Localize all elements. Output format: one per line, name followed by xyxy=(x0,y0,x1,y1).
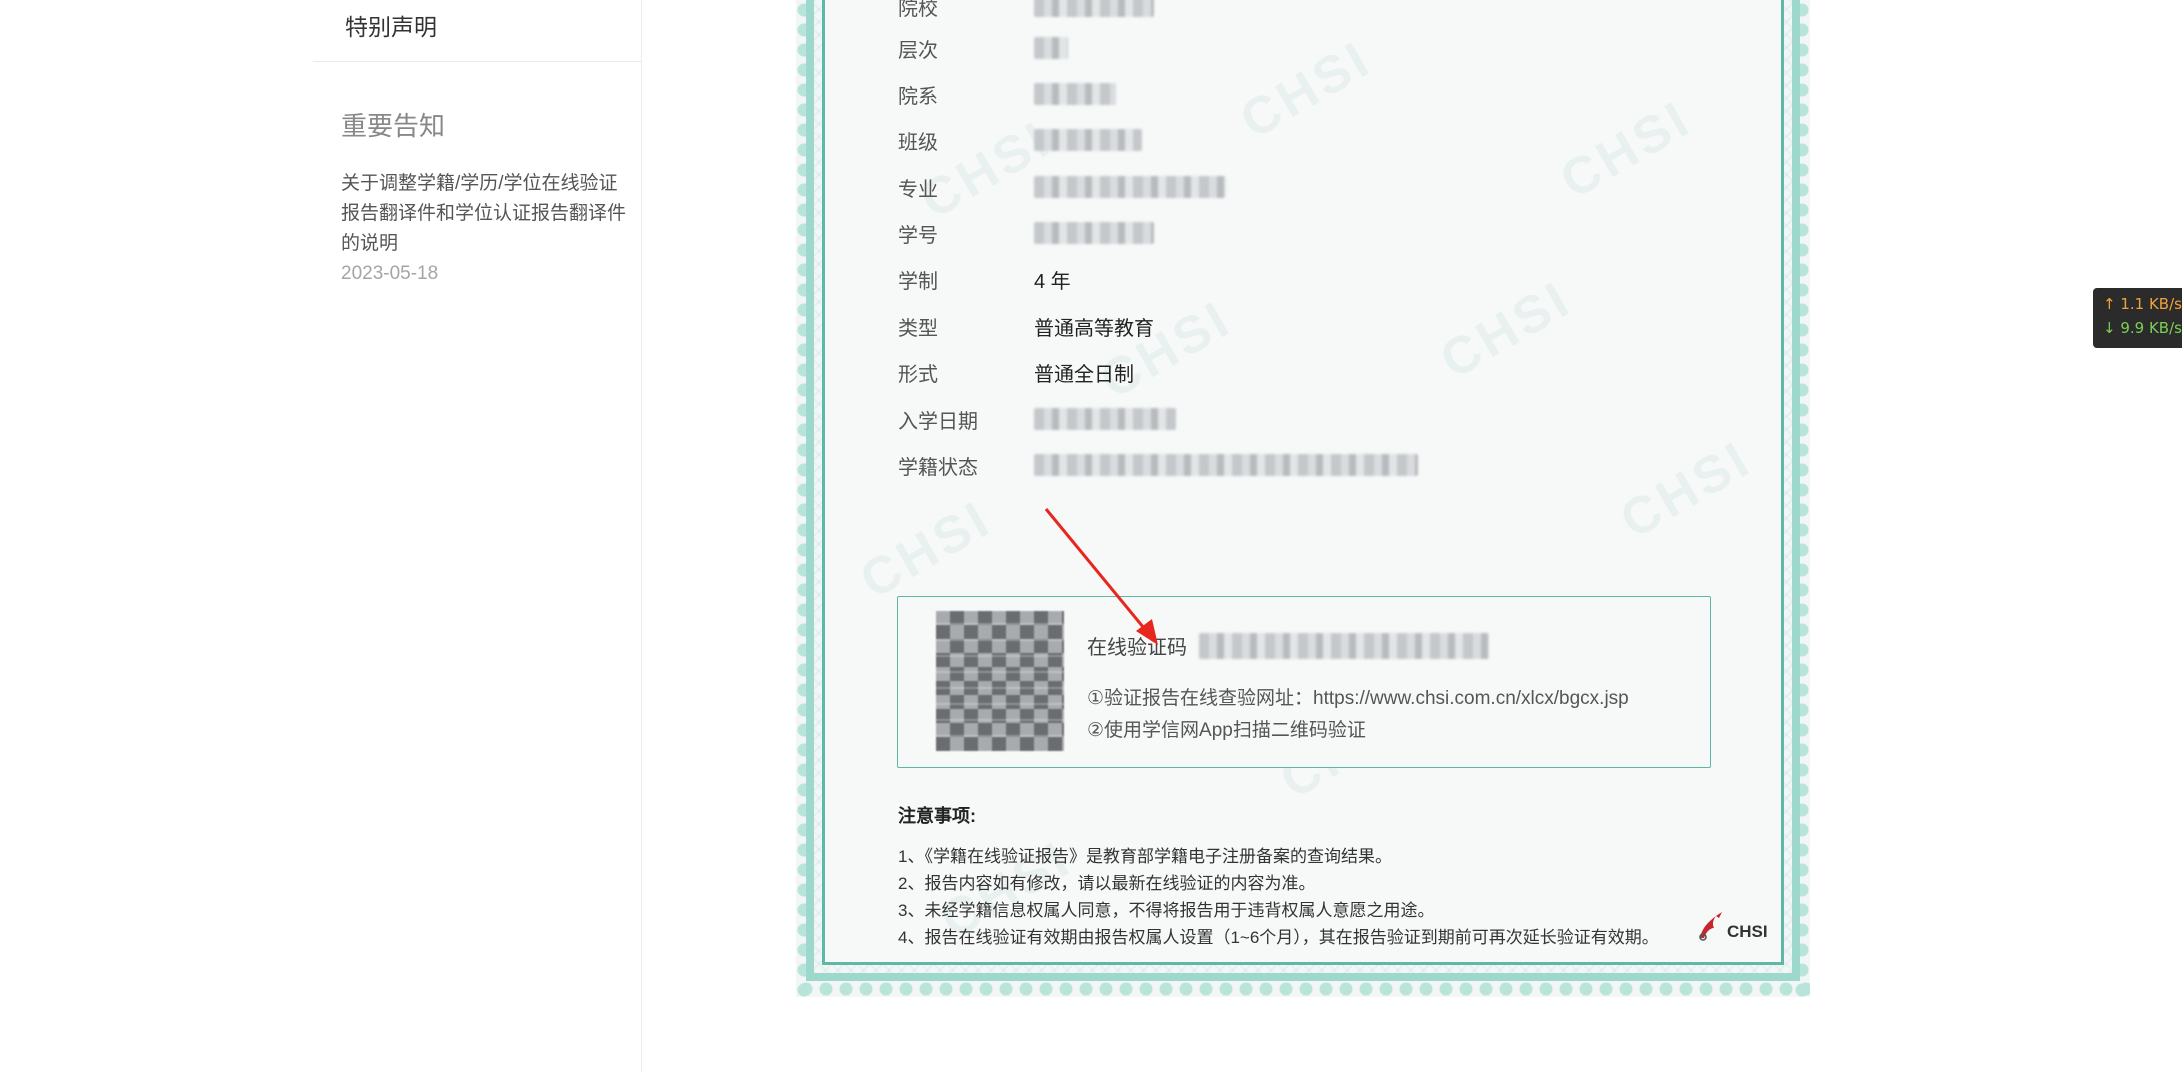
info-row-major: 专业 xyxy=(898,167,1226,207)
important-notice-heading: 重要告知 xyxy=(341,111,446,141)
info-label: 院系 xyxy=(898,85,938,108)
notice-date: 2023-05-18 xyxy=(341,263,439,284)
network-speed-widget[interactable]: ↑ 1.1 KB/s ↓ 9.9 KB/s xyxy=(2093,288,2182,348)
redacted-value xyxy=(1034,176,1226,198)
info-value: 普通高等教育 xyxy=(1034,317,1154,340)
info-label: 学号 xyxy=(898,224,938,247)
sidebar-top: 特别声明 xyxy=(313,0,641,62)
redacted-value xyxy=(1034,222,1154,244)
info-label: 形式 xyxy=(898,363,938,386)
redacted-value xyxy=(1034,83,1116,105)
sidebar: 特别声明 重要告知 关于调整学籍/学历/学位在线验证报告翻译件和学位认证报告翻译… xyxy=(313,0,642,1072)
note-item: 4、报告在线验证有效期由报告权属人设置（1~6个月），其在报告验证到期前可再次延… xyxy=(898,928,1659,947)
info-label: 入学日期 xyxy=(898,410,978,433)
red-arrow-annotation xyxy=(1044,508,1158,645)
info-label: 专业 xyxy=(898,178,938,201)
redacted-value xyxy=(1034,129,1142,151)
info-label: 院校 xyxy=(898,0,938,20)
info-value: 普通全日制 xyxy=(1034,363,1134,386)
border-ornament-bottom xyxy=(796,981,1810,997)
important-notice-section: 重要告知 关于调整学籍/学历/学位在线验证报告翻译件和学位认证报告翻译件的说明 … xyxy=(313,62,641,285)
info-row-department: 院系 xyxy=(898,74,1116,114)
special-statement-link[interactable]: 特别声明 xyxy=(345,0,641,42)
redacted-value xyxy=(1034,37,1068,59)
notice-link[interactable]: 关于调整学籍/学历/学位在线验证报告翻译件和学位认证报告翻译件的说明 xyxy=(341,169,631,259)
info-label: 类型 xyxy=(898,317,938,340)
verification-box: 在线验证码 ①验证报告在线查验网址：https://www.chsi.com.c… xyxy=(897,596,1711,768)
verification-code-redacted xyxy=(1199,632,1489,659)
upload-speed: ↑ 1.1 KB/s xyxy=(2103,295,2182,313)
info-value: 4 年 xyxy=(1034,270,1071,293)
info-label: 学籍状态 xyxy=(898,456,978,479)
info-row-duration: 学制 4 年 xyxy=(898,259,1071,299)
info-row-type: 类型 普通高等教育 xyxy=(898,306,1154,346)
note-item: 2、报告内容如有修改，请以最新在线验证的内容为准。 xyxy=(898,874,1316,893)
info-label: 层次 xyxy=(898,39,938,62)
verify-app-line: ②使用学信网App扫描二维码验证 xyxy=(1087,720,1366,741)
verification-report: CHSI CHSI CHSI CHSI CHSI CHSI CHSI CHSI … xyxy=(796,0,1810,997)
info-row-school: 院校 xyxy=(898,0,1154,26)
info-row-form: 形式 普通全日制 xyxy=(898,352,1134,392)
info-row-class: 班级 xyxy=(898,120,1142,160)
info-row-student-id: 学号 xyxy=(898,213,1154,253)
chsi-bird-icon xyxy=(1699,912,1722,941)
note-item: 1、《学籍在线验证报告》是教育部学籍电子注册备案的查询结果。 xyxy=(898,847,1392,866)
note-item: 3、未经学籍信息权属人同意，不得将报告用于违背权属人意愿之用途。 xyxy=(898,901,1435,920)
redacted-value xyxy=(1034,454,1418,476)
info-row-level: 层次 xyxy=(898,28,1068,68)
redacted-value xyxy=(1034,0,1154,17)
download-speed: ↓ 9.9 KB/s xyxy=(2103,319,2182,337)
redacted-value xyxy=(1034,408,1176,430)
verify-url-line: ①验证报告在线查验网址：https://www.chsi.com.cn/xlcx… xyxy=(1087,688,1629,709)
chsi-logo: CHSI xyxy=(1696,910,1768,942)
info-label: 班级 xyxy=(898,131,938,154)
info-row-status: 学籍状态 xyxy=(898,445,1418,485)
info-label: 学制 xyxy=(898,270,938,293)
info-row-enrollment-date: 入学日期 xyxy=(898,399,1176,439)
chsi-logo-text: CHSI xyxy=(1727,922,1768,941)
notes-title: 注意事项: xyxy=(898,806,976,826)
